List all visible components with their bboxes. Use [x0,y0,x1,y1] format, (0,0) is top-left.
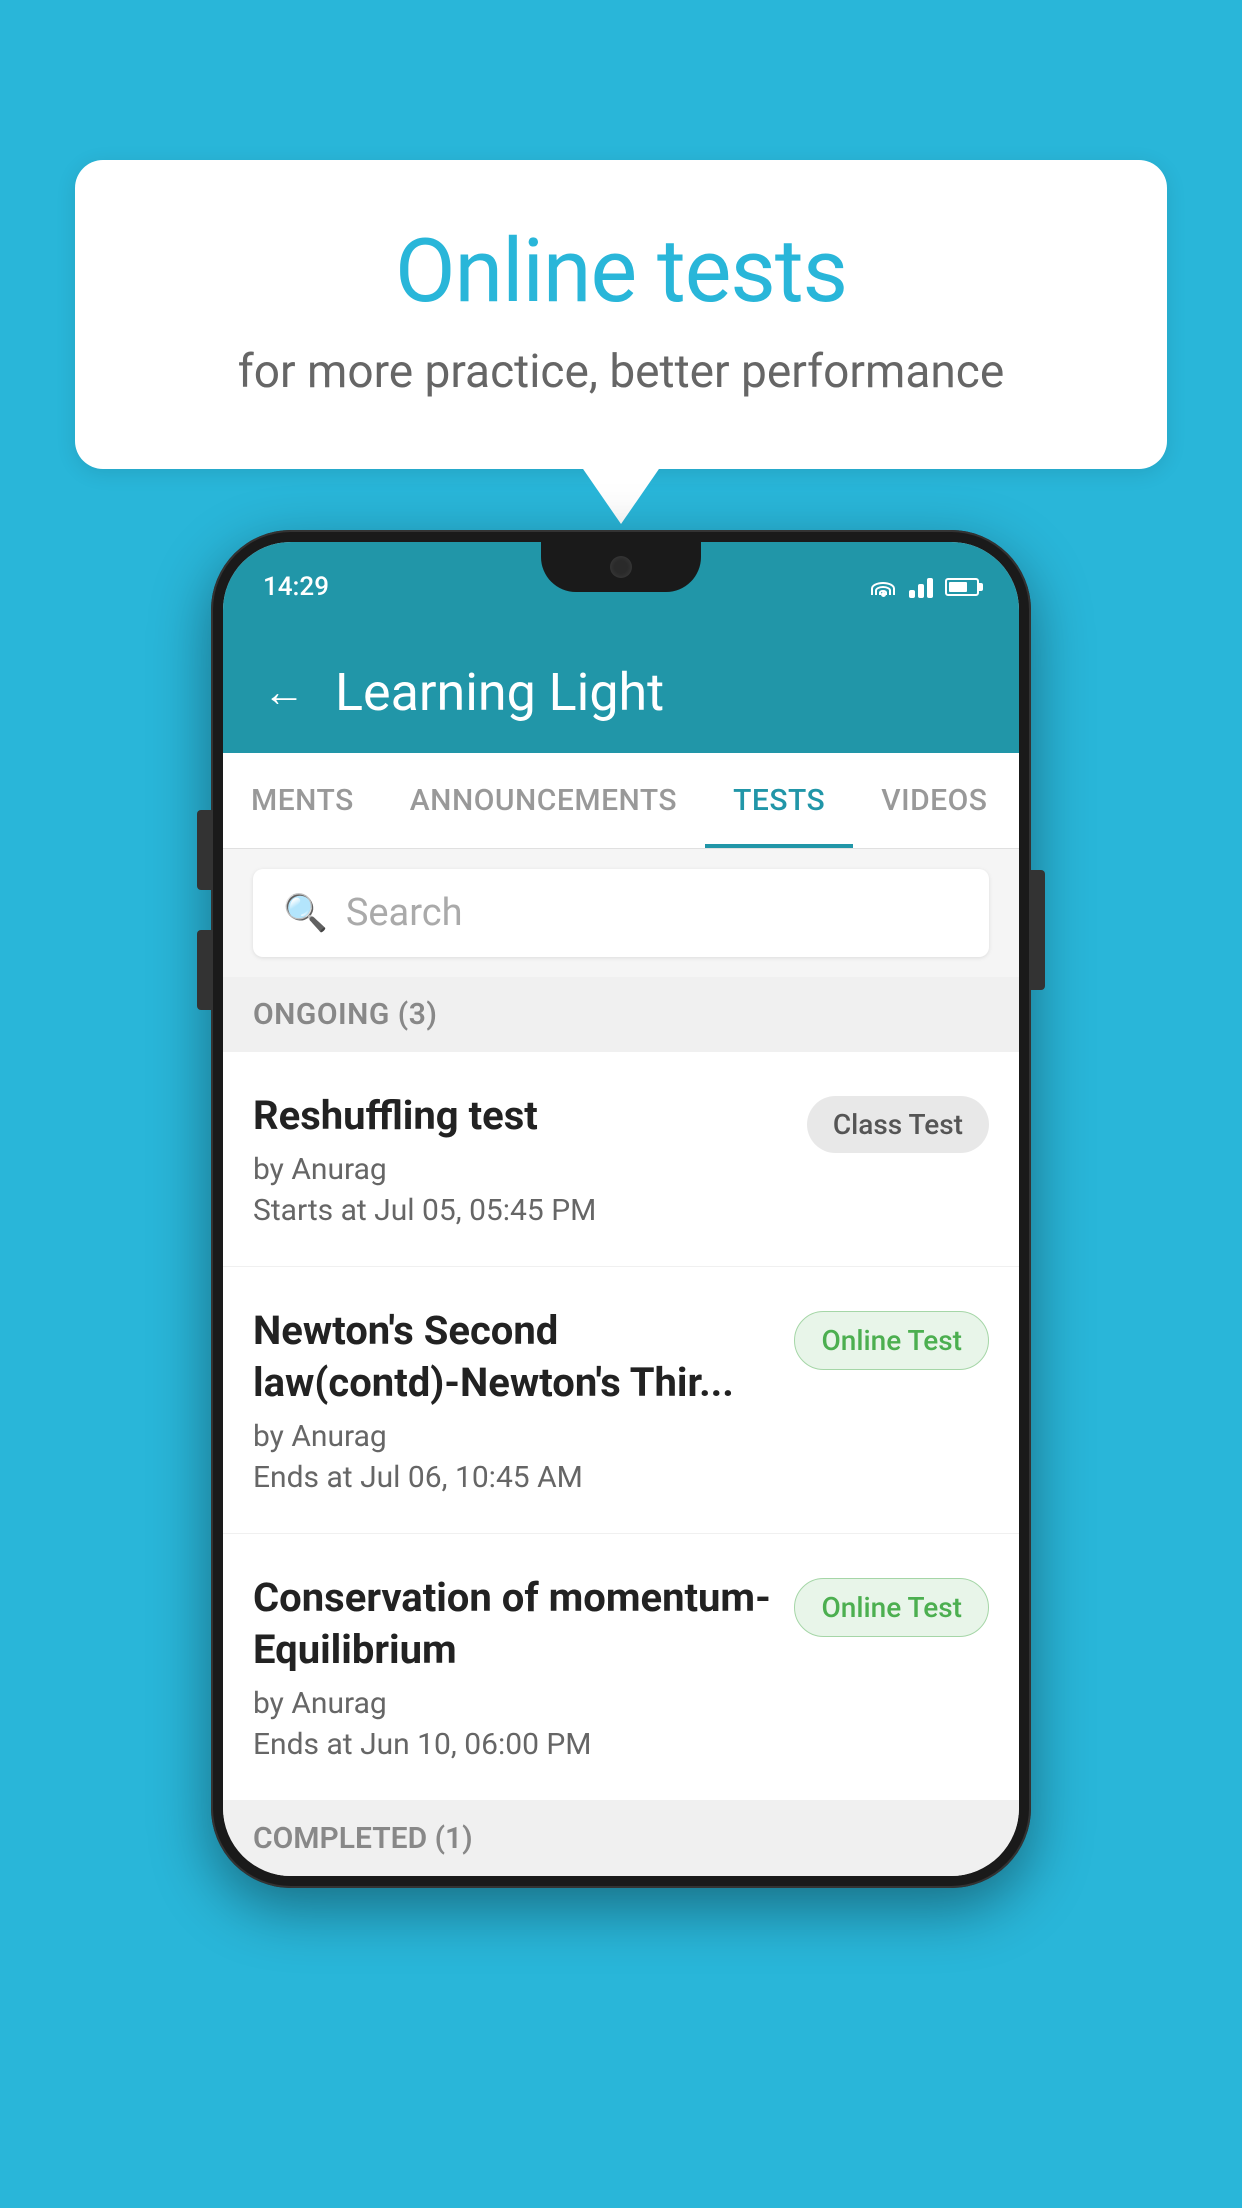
speech-bubble-container: Online tests for more practice, better p… [75,160,1167,469]
speech-bubble: Online tests for more practice, better p… [75,160,1167,469]
test-time-value-3: Jun 10, 06:00 PM [360,1727,591,1762]
test-time-label-3: Ends at [253,1727,353,1762]
test-name-2: Newton's Second law(contd)-Newton's Thir… [253,1305,774,1409]
completed-section-header: COMPLETED (1) [223,1801,1019,1876]
test-name-3: Conservation of momentum-Equilibrium [253,1572,774,1676]
tab-videos[interactable]: VIDEOS [853,753,1015,848]
search-icon: 🔍 [283,892,328,934]
test-list: Reshuffling test by Anurag Starts at Jul… [223,1052,1019,1801]
app-title: Learning Light [335,662,664,723]
speech-bubble-title: Online tests [145,220,1097,323]
phone-frame: 14:29 [211,530,1031,1888]
search-input[interactable]: Search [346,891,463,935]
speech-bubble-subtitle: for more practice, better performance [145,345,1097,399]
test-author-3: by Anurag [253,1686,774,1721]
test-info-1: Reshuffling test by Anurag Starts at Jul… [253,1090,787,1228]
test-author-2: by Anurag [253,1419,774,1454]
status-icons [869,576,979,598]
test-author-1: by Anurag [253,1152,787,1187]
test-name-1: Reshuffling test [253,1090,787,1142]
phone-screen: 14:29 [223,542,1019,1876]
signal-bar-3 [927,578,933,598]
test-time-1: Starts at Jul 05, 05:45 PM [253,1193,787,1228]
test-info-3: Conservation of momentum-Equilibrium by … [253,1572,774,1762]
ongoing-section-header: ONGOING (3) [223,977,1019,1052]
test-time-value-1: Jul 05, 05:45 PM [374,1193,596,1228]
search-bar[interactable]: 🔍 Search [253,869,989,957]
test-badge-2: Online Test [794,1311,989,1370]
wifi-dot [881,592,886,597]
test-badge-3: Online Test [794,1578,989,1637]
signal-bar-1 [909,590,915,598]
test-item-3[interactable]: Conservation of momentum-Equilibrium by … [223,1534,1019,1801]
tabs-bar: MENTS ANNOUNCEMENTS TESTS VIDEOS [223,753,1019,849]
back-button[interactable]: ← [263,668,305,717]
signal-icon [909,576,933,598]
test-time-value-2: Jul 06, 10:45 AM [360,1460,583,1495]
battery-icon [945,578,979,596]
app-bar: ← Learning Light [223,632,1019,753]
signal-bar-2 [918,584,924,598]
phone-container: 14:29 [211,530,1031,1888]
status-bar: 14:29 [223,542,1019,632]
camera-dot [610,556,632,578]
tab-ments[interactable]: MENTS [223,753,382,848]
test-item-2[interactable]: Newton's Second law(contd)-Newton's Thir… [223,1267,1019,1534]
status-time: 14:29 [263,572,329,602]
test-time-label-1: Starts at [253,1193,367,1228]
search-container: 🔍 Search [223,849,1019,977]
battery-fill [949,582,967,592]
tab-tests[interactable]: TESTS [705,753,853,848]
test-info-2: Newton's Second law(contd)-Newton's Thir… [253,1305,774,1495]
phone-notch [541,542,701,592]
test-badge-1: Class Test [807,1096,989,1153]
test-time-label-2: Ends at [253,1460,353,1495]
test-item[interactable]: Reshuffling test by Anurag Starts at Jul… [223,1052,1019,1267]
wifi-icon [869,577,897,597]
tab-announcements[interactable]: ANNOUNCEMENTS [382,753,705,848]
test-time-2: Ends at Jul 06, 10:45 AM [253,1460,774,1495]
test-time-3: Ends at Jun 10, 06:00 PM [253,1727,774,1762]
